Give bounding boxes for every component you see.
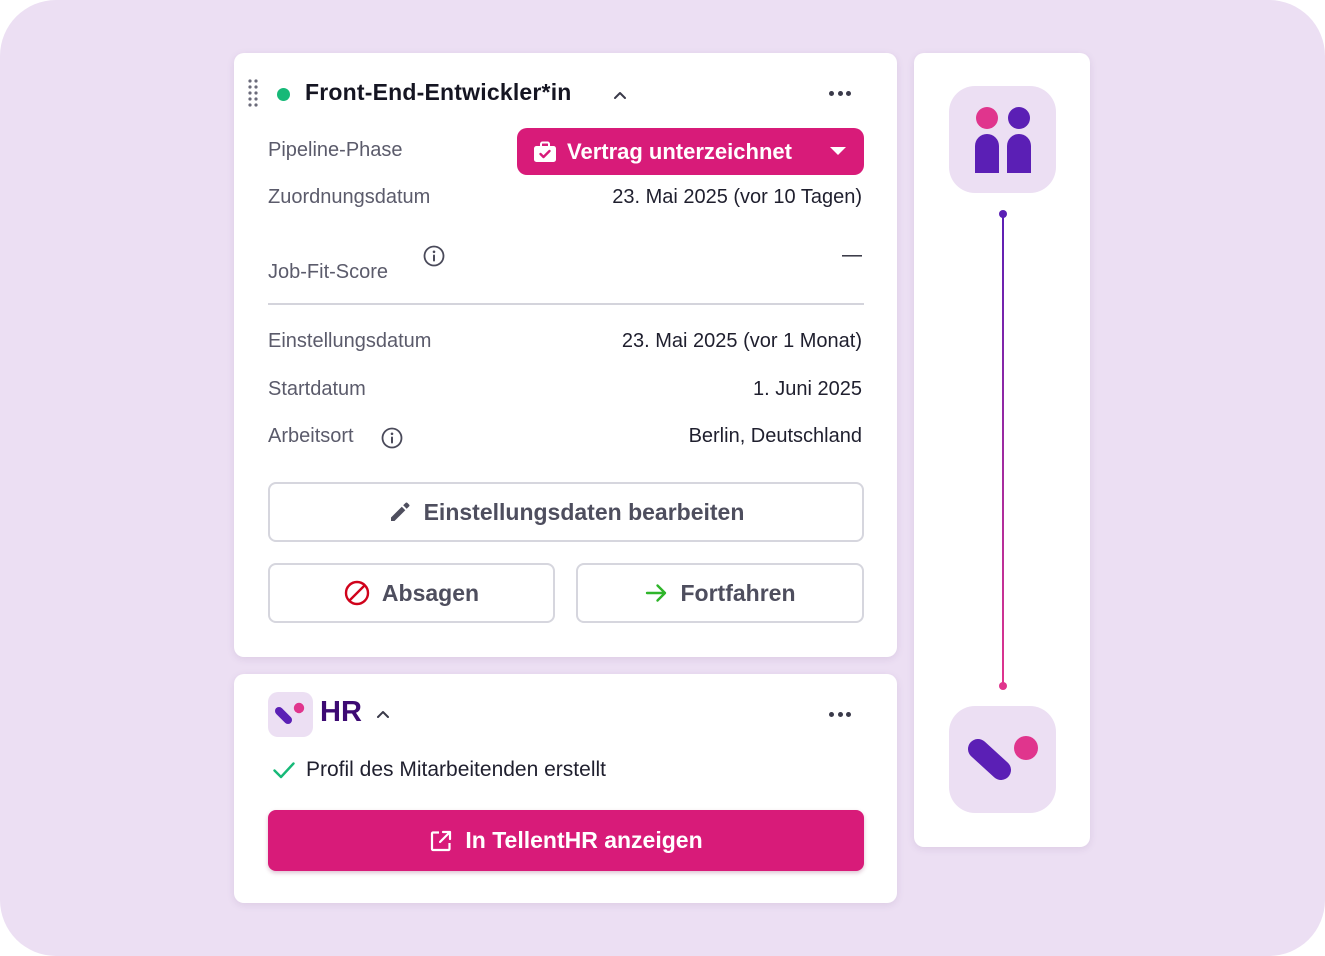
open-in-tellenthr-button[interactable]: In TellentHR anzeigen [268, 810, 864, 871]
start-date-label: Startdatum [268, 378, 366, 400]
info-icon[interactable] [423, 245, 445, 267]
more-options-button[interactable] [827, 704, 853, 724]
pencil-icon [390, 502, 410, 521]
status-dot [277, 88, 290, 101]
hr-card: HR Profil des Mitarbeitenden erstellt In… [234, 674, 897, 903]
proceed-label: Fortfahren [680, 579, 796, 606]
job-title: Front-End-Entwickler*in [305, 79, 572, 105]
reject-button[interactable]: Absagen [268, 563, 555, 623]
briefcase-check-icon [534, 141, 556, 162]
pipeline-stage-dropdown[interactable]: Vertrag unterzeichnet [517, 128, 864, 175]
more-dot [829, 90, 834, 96]
more-dot [837, 711, 843, 717]
start-date-value: 1. Juni 2025 [753, 378, 862, 400]
tellent-hr-logo [268, 692, 313, 737]
chevron-down-icon [830, 147, 846, 155]
edit-hiring-data-button[interactable]: Einstellungsdaten bearbeiten [268, 482, 864, 542]
profile-created-text: Profil des Mitarbeitenden erstellt [306, 758, 606, 781]
reject-label: Absagen [381, 579, 480, 606]
check-icon [273, 762, 295, 779]
job-fit-score-value: — [842, 244, 862, 266]
more-options-button[interactable] [827, 83, 853, 103]
assignment-date-label: Zuordnungsdatum [268, 186, 431, 208]
job-fit-score-label: Job-Fit-Score [268, 261, 389, 283]
prohibited-icon [344, 580, 370, 606]
chevron-up-icon[interactable] [612, 87, 628, 103]
integration-card [914, 53, 1090, 847]
section-divider [268, 303, 864, 305]
chevron-up-icon[interactable] [375, 706, 391, 722]
background-canvas: Front-End-Entwickler*in Pipeline-Phase V… [0, 0, 1325, 956]
hire-date-label: Einstellungsdatum [268, 330, 432, 352]
edit-hiring-data-label: Einstellungsdaten bearbeiten [423, 498, 745, 525]
card-header: Front-End-Entwickler*in [234, 53, 897, 133]
hr-title: HR [320, 696, 362, 728]
proceed-button[interactable]: Fortfahren [576, 563, 864, 623]
tellent-logo-icon [275, 702, 305, 724]
info-icon[interactable] [381, 427, 403, 449]
open-in-tellenthr-label: In TellentHR anzeigen [465, 827, 703, 853]
more-dot [846, 90, 851, 96]
integration-connector [999, 210, 1007, 690]
profile-created-status: Profil des Mitarbeitenden erstellt [272, 758, 606, 782]
recruiting-app-icon [975, 107, 1031, 173]
pipeline-stage-label: Pipeline-Phase [268, 139, 403, 161]
tellent-logo-icon [968, 736, 1038, 780]
hire-date-value: 23. Mai 2025 (vor 1 Monat) [621, 330, 862, 352]
more-dot [837, 90, 843, 96]
assignment-date-value: 23. Mai 2025 (vor 10 Tagen) [612, 186, 862, 208]
location-value: Berlin, Deutschland [688, 425, 862, 447]
arrow-right-icon [645, 584, 666, 602]
drag-handle-icon[interactable] [247, 78, 259, 110]
pipeline-stage-value: Vertrag unterzeichnet [567, 138, 792, 164]
location-label: Arbeitsort [268, 425, 354, 447]
more-dot [829, 711, 834, 717]
pipeline-card: Front-End-Entwickler*in Pipeline-Phase V… [234, 53, 897, 657]
recruiting-app-tile [949, 86, 1056, 193]
external-link-icon [431, 830, 452, 851]
more-dot [846, 711, 851, 717]
tellent-hr-app-tile [949, 706, 1056, 813]
